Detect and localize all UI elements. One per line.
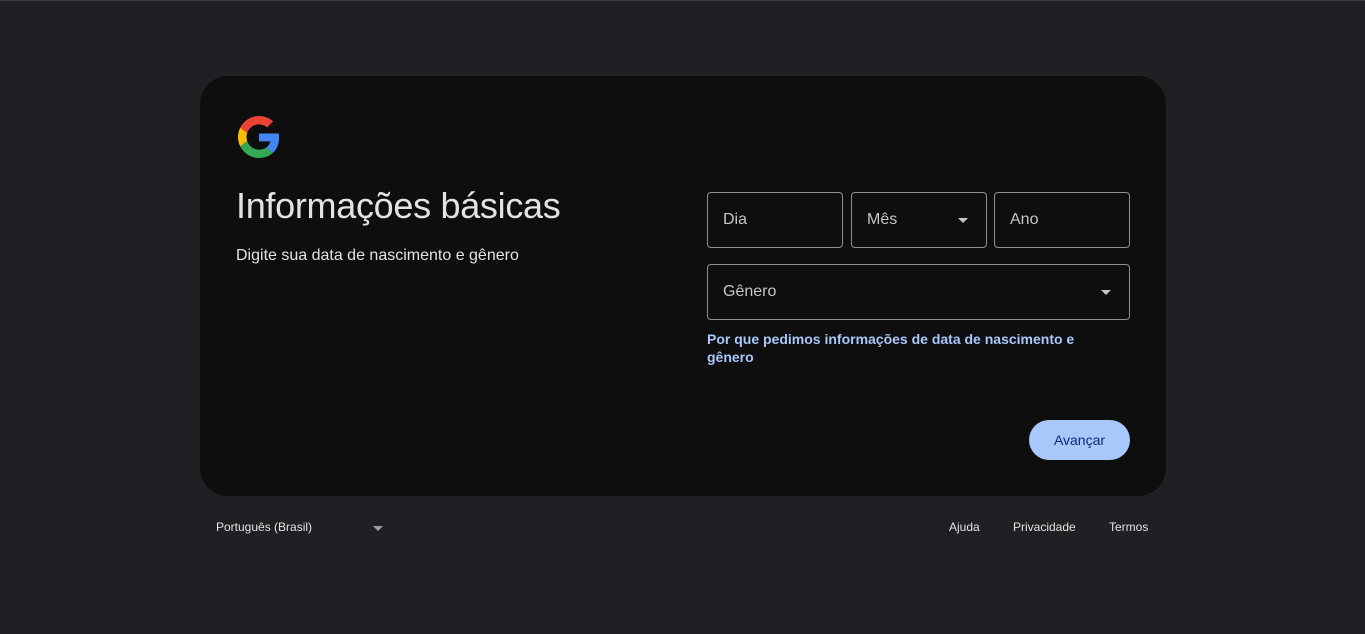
footer: Português (Brasil) Ajuda Privacidade Ter…	[200, 520, 1166, 536]
why-we-ask-link[interactable]: Por que pedimos informações de data de n…	[707, 330, 1107, 366]
gender-select[interactable]: Gênero	[707, 264, 1130, 320]
top-divider	[0, 0, 1365, 1]
signup-card: Informações básicas Digite sua data de n…	[200, 76, 1166, 496]
day-placeholder: Dia	[723, 211, 748, 228]
day-field[interactable]: Dia	[707, 192, 843, 248]
year-placeholder: Ano	[1010, 211, 1039, 228]
page-subtitle: Digite sua data de nascimento e gênero	[236, 247, 519, 264]
google-logo-icon	[238, 116, 280, 158]
terms-link[interactable]: Termos	[1109, 520, 1148, 534]
chevron-down-icon	[1101, 290, 1111, 295]
month-select[interactable]: Mês	[851, 192, 987, 248]
year-field[interactable]: Ano	[994, 192, 1130, 248]
chevron-down-icon	[958, 218, 968, 223]
next-button[interactable]: Avançar	[1029, 420, 1130, 460]
language-select[interactable]: Português (Brasil)	[216, 520, 312, 534]
page-title: Informações básicas	[236, 185, 561, 226]
privacy-link[interactable]: Privacidade	[1013, 520, 1076, 534]
gender-placeholder: Gênero	[723, 283, 777, 300]
month-placeholder: Mês	[867, 211, 898, 228]
help-link[interactable]: Ajuda	[949, 520, 980, 534]
chevron-down-icon[interactable]	[373, 526, 383, 531]
